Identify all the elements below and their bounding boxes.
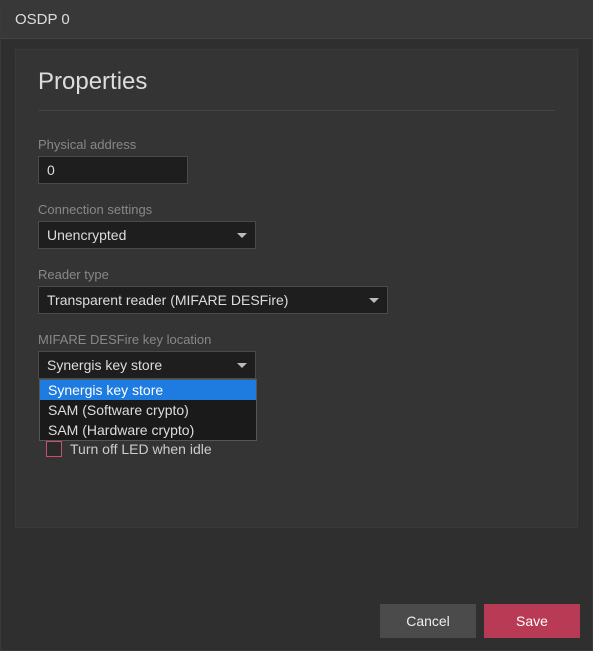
key-location-dropdown: Synergis key store SAM (Software crypto)…: [39, 379, 257, 441]
field-key-location: MIFARE DESFire key location Synergis key…: [38, 332, 555, 379]
led-checkbox-label: Turn off LED when idle: [70, 441, 212, 457]
chevron-down-icon: [237, 233, 247, 238]
led-checkbox[interactable]: [46, 441, 62, 457]
dialog-footer: Cancel Save: [1, 592, 592, 650]
save-button[interactable]: Save: [484, 604, 580, 638]
key-location-label: MIFARE DESFire key location: [38, 332, 555, 347]
reader-type-label: Reader type: [38, 267, 555, 282]
physical-address-label: Physical address: [38, 137, 555, 152]
chevron-down-icon: [237, 363, 247, 368]
field-physical-address: Physical address: [38, 137, 555, 184]
dropdown-option-sam-software[interactable]: SAM (Software crypto): [40, 400, 256, 420]
panel-title: Properties: [38, 68, 555, 111]
connection-value: Unencrypted: [47, 227, 126, 243]
dropdown-option-sam-hardware[interactable]: SAM (Hardware crypto): [40, 420, 256, 440]
field-reader-type: Reader type Transparent reader (MIFARE D…: [38, 267, 555, 314]
field-connection-settings: Connection settings Unencrypted: [38, 202, 555, 249]
key-location-value: Synergis key store: [47, 357, 162, 373]
titlebar: OSDP 0: [1, 1, 592, 39]
reader-type-value: Transparent reader (MIFARE DESFire): [47, 292, 288, 308]
cancel-button[interactable]: Cancel: [380, 604, 476, 638]
reader-type-select[interactable]: Transparent reader (MIFARE DESFire): [38, 286, 388, 314]
chevron-down-icon: [369, 298, 379, 303]
properties-panel: Properties Physical address Connection s…: [15, 49, 578, 528]
connection-select[interactable]: Unencrypted: [38, 221, 256, 249]
dropdown-option-synergis[interactable]: Synergis key store: [40, 380, 256, 400]
physical-address-input[interactable]: [38, 156, 188, 184]
dialog-window: OSDP 0 Properties Physical address Conne…: [0, 0, 593, 651]
connection-label: Connection settings: [38, 202, 555, 217]
led-checkbox-row: Turn off LED when idle: [46, 441, 555, 457]
key-location-select[interactable]: Synergis key store Synergis key store SA…: [38, 351, 256, 379]
window-title: OSDP 0: [15, 11, 70, 28]
